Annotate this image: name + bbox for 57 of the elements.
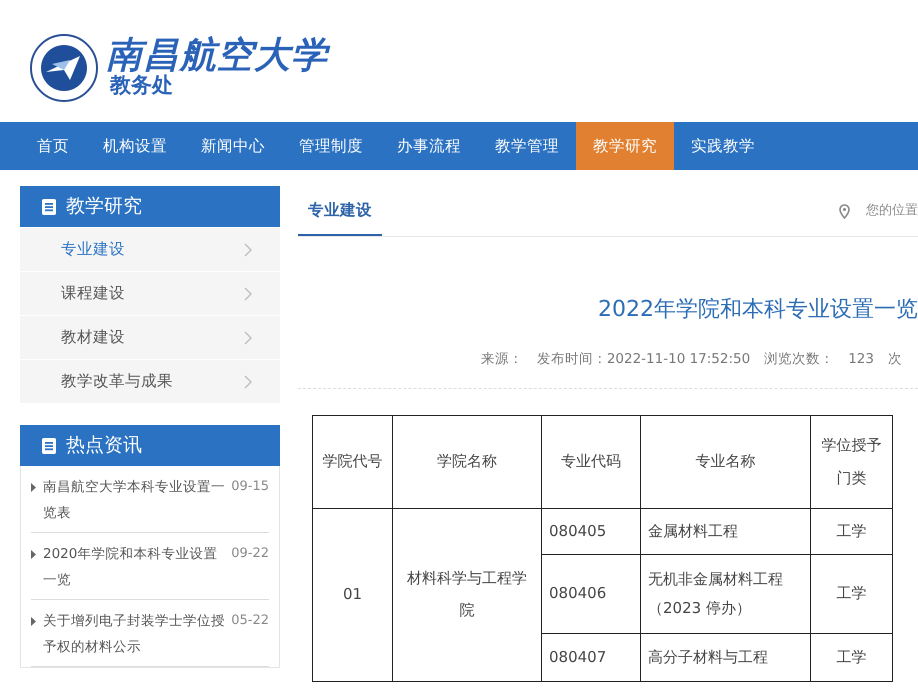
chevron-right-icon <box>244 374 252 388</box>
table-cell: 工学 <box>810 554 892 634</box>
list-icon <box>42 438 56 454</box>
column-header: 专业代码 <box>542 415 640 508</box>
table-cell: 金属材料工程 <box>640 508 810 554</box>
nav-link[interactable]: 实践教学 <box>674 122 772 170</box>
table-cell: 080407 <box>542 633 640 682</box>
chevron-right-icon <box>244 242 252 256</box>
publish-time: 发布时间：2022-11-10 17:52:50 <box>536 350 750 370</box>
chevron-right-icon <box>244 330 252 344</box>
location-pin-icon <box>839 204 850 218</box>
table-cell: 080406 <box>542 554 640 634</box>
nav-link[interactable]: 办事流程 <box>380 122 478 170</box>
news-date: 09-15 <box>231 478 269 496</box>
nav-link[interactable]: 管理制度 <box>282 122 380 170</box>
list-icon <box>42 198 56 214</box>
table-cell: 01 <box>312 508 392 682</box>
column-header: 学位授予门类 <box>810 415 892 508</box>
news-date: 09-22 <box>231 545 269 563</box>
views-label: 浏览次数： <box>764 350 834 370</box>
nav-link[interactable]: 教学管理 <box>478 122 576 170</box>
column-header: 学院代号 <box>312 415 392 508</box>
view-count: 123 <box>848 350 874 370</box>
breadcrumb-label: 您的位置 <box>866 202 918 220</box>
table-cell: 工学 <box>810 633 892 682</box>
nav-link[interactable]: 首页 <box>20 122 86 170</box>
column-header: 专业名称 <box>640 415 810 508</box>
sidebar-item[interactable]: 教材建设 <box>20 315 280 359</box>
table-cell: 高分子材料与工程 <box>640 633 810 682</box>
department-name: 教务处 <box>110 73 174 99</box>
news-link[interactable]: 关于增列电子封装学士学位授予权的材料公示 <box>43 608 228 660</box>
table-cell: 工学 <box>810 508 892 554</box>
university-name: 南昌航空大学 <box>106 37 328 74</box>
university-emblem-icon <box>30 34 98 102</box>
nav-link[interactable]: 新闻中心 <box>184 122 282 170</box>
bullet-triangle-icon <box>31 483 37 492</box>
article-title: 2022年学院和本科专业设置一览 <box>597 297 918 324</box>
news-date: 05-22 <box>231 612 269 630</box>
source-label: 来源： <box>480 350 523 370</box>
table-cell: 080405 <box>542 508 640 554</box>
news-link[interactable]: 南昌航空大学本科专业设置一览表 <box>43 474 228 526</box>
table-cell: 材料科学与工程学院 <box>392 508 542 682</box>
hot-news-title: 热点资讯 <box>66 433 142 458</box>
sidebar-item[interactable]: 课程建设 <box>20 271 280 315</box>
bullet-triangle-icon <box>31 617 37 626</box>
nav-link[interactable]: 机构设置 <box>86 122 184 170</box>
bullet-triangle-icon <box>31 550 37 559</box>
nav-link[interactable]: 教学研究 <box>576 122 674 170</box>
sidebar-item[interactable]: 专业建设 <box>20 227 280 271</box>
sidebar-title: 教学研究 <box>66 194 142 220</box>
chevron-right-icon <box>244 286 252 300</box>
sidebar-item[interactable]: 教学改革与成果 <box>20 359 280 403</box>
section-tab[interactable]: 专业建设 <box>298 186 382 236</box>
table-cell: 无机非金属材料工程（2023 停办） <box>640 554 810 634</box>
news-link[interactable]: 2020年学院和本科专业设置一览 <box>43 541 228 593</box>
column-header: 学院名称 <box>392 415 542 508</box>
views-unit: 次 <box>888 350 902 370</box>
